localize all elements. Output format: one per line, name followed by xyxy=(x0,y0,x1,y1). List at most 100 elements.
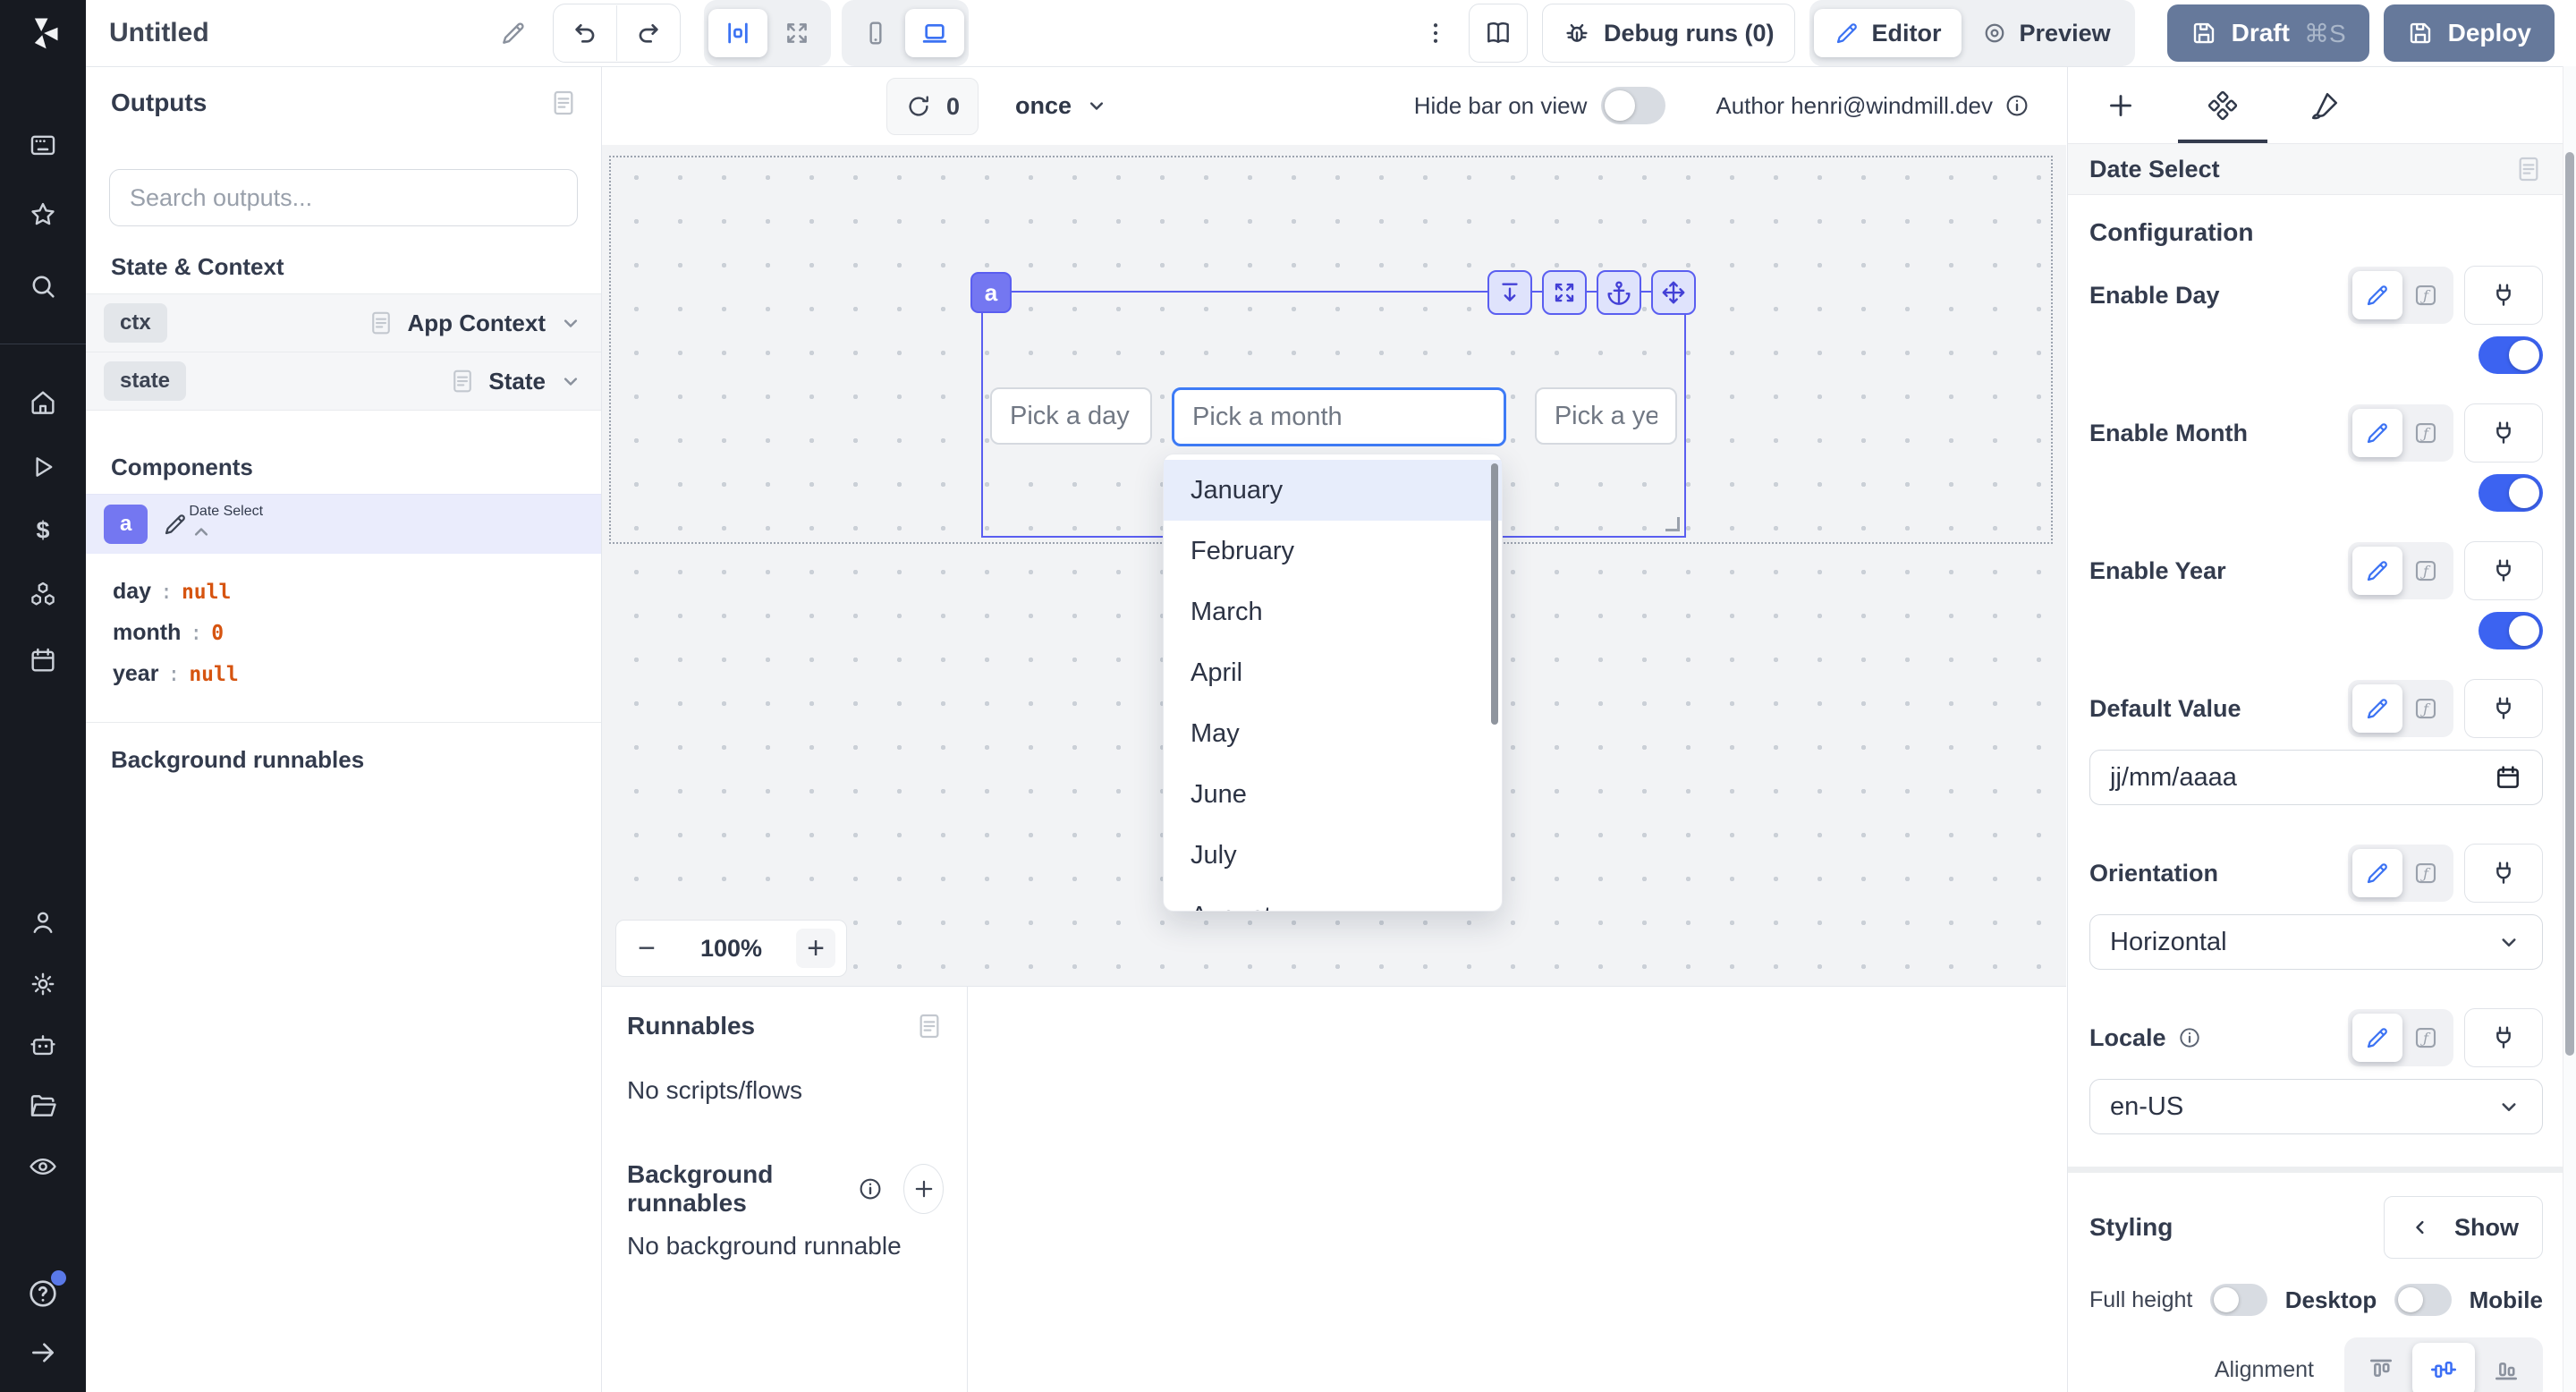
prop-month[interactable]: month:0 xyxy=(113,613,574,654)
variables-dollar-icon[interactable] xyxy=(0,511,86,550)
fullsize-handle[interactable] xyxy=(1542,270,1587,315)
prop-year[interactable]: year:null xyxy=(113,654,574,695)
component-badge[interactable]: a xyxy=(970,272,1012,313)
fx-mode-icon[interactable] xyxy=(2402,849,2449,897)
resize-corner-handle[interactable] xyxy=(1665,517,1680,531)
static-pencil-icon[interactable] xyxy=(2352,1014,2402,1062)
component-rename-pencil-icon[interactable] xyxy=(162,511,189,538)
refresh-count-button[interactable]: 0 xyxy=(886,78,979,135)
mobile-view-button[interactable] xyxy=(846,9,905,57)
background-runnables-info-icon[interactable] xyxy=(857,1176,884,1202)
audit-eye-icon[interactable] xyxy=(0,1147,86,1186)
state-chevron-down-icon[interactable] xyxy=(558,369,583,394)
enable-day-toggle[interactable] xyxy=(2479,336,2543,374)
align-top-button[interactable] xyxy=(2350,1343,2412,1392)
component-chevron-up-icon[interactable] xyxy=(189,520,263,545)
enable-month-toggle[interactable] xyxy=(2479,474,2543,512)
fx-mode-icon[interactable] xyxy=(2402,1014,2449,1062)
help-icon[interactable] xyxy=(0,1274,86,1313)
edit-title-pencil-icon[interactable] xyxy=(499,19,528,47)
year-input-field[interactable] xyxy=(1553,401,1659,432)
draft-button[interactable]: Draft ⌘S xyxy=(2167,4,2369,62)
fx-mode-icon[interactable] xyxy=(2402,547,2449,595)
resources-cubes-icon[interactable] xyxy=(0,575,86,615)
schedules-calendar-icon[interactable] xyxy=(0,641,86,680)
move-handle[interactable] xyxy=(1651,270,1696,315)
static-pencil-icon[interactable] xyxy=(2352,271,2402,319)
prop-day[interactable]: day:null xyxy=(113,572,574,613)
docs-book-button[interactable] xyxy=(1469,4,1528,63)
month-option[interactable]: April xyxy=(1164,642,1502,703)
locale-info-icon[interactable] xyxy=(2177,1025,2202,1050)
tab-editor[interactable]: Editor xyxy=(1814,9,1962,57)
styling-show-button[interactable]: Show xyxy=(2384,1196,2543,1259)
connect-plug-icon[interactable] xyxy=(2464,679,2543,738)
ctx-chevron-down-icon[interactable] xyxy=(558,310,583,335)
ctx-row[interactable]: ctx App Context xyxy=(86,293,601,352)
connect-plug-icon[interactable] xyxy=(2464,844,2543,903)
favorites-star-icon[interactable] xyxy=(0,195,86,234)
month-input[interactable] xyxy=(1172,387,1506,446)
day-input-field[interactable] xyxy=(1008,401,1134,432)
connect-plug-icon[interactable] xyxy=(2464,541,2543,600)
year-input[interactable] xyxy=(1535,387,1677,445)
connect-plug-icon[interactable] xyxy=(2464,1008,2543,1067)
windmill-logo[interactable] xyxy=(0,0,86,66)
deploy-button[interactable]: Deploy xyxy=(2384,4,2555,62)
workers-robot-icon[interactable] xyxy=(0,1025,86,1065)
fx-mode-icon[interactable] xyxy=(2402,409,2449,457)
zoom-in-button[interactable]: + xyxy=(796,929,835,968)
search-icon[interactable] xyxy=(0,267,86,306)
month-option[interactable]: May xyxy=(1164,703,1502,764)
month-option[interactable]: March xyxy=(1164,581,1502,642)
runnables-doc-icon[interactable] xyxy=(915,1012,944,1040)
component-a-row[interactable]: a Date Select xyxy=(86,494,601,554)
static-pencil-icon[interactable] xyxy=(2352,547,2402,595)
more-menu-kebab-icon[interactable] xyxy=(1422,20,1449,47)
month-option[interactable]: June xyxy=(1164,764,1502,825)
users-icon[interactable] xyxy=(0,903,86,942)
canvas-grid[interactable]: a xyxy=(602,145,2066,986)
dropdown-scrollbar[interactable] xyxy=(1491,463,1498,725)
window-scrollbar-thumb[interactable] xyxy=(2565,152,2574,1056)
align-bottom-button[interactable] xyxy=(2475,1343,2538,1392)
static-pencil-icon[interactable] xyxy=(2352,409,2402,457)
apps-icon[interactable] xyxy=(0,125,86,165)
default-value-date-input[interactable]: jj/mm/aaaa xyxy=(2089,750,2543,805)
run-mode-select[interactable]: once xyxy=(1015,78,1109,133)
undo-button[interactable] xyxy=(554,5,616,61)
centered-layout-button[interactable] xyxy=(708,9,767,57)
tab-insert-component[interactable] xyxy=(2070,67,2172,143)
expand-rail-arrow-icon[interactable] xyxy=(0,1333,86,1372)
tab-component-settings[interactable] xyxy=(2172,67,2274,143)
fullwidth-layout-button[interactable] xyxy=(767,9,826,57)
tab-preview[interactable]: Preview xyxy=(1962,9,2131,57)
window-scrollbar[interactable] xyxy=(2563,66,2576,1392)
expand-down-handle[interactable] xyxy=(1487,270,1532,315)
full-height-toggle[interactable] xyxy=(2210,1284,2267,1316)
zoom-out-button[interactable]: − xyxy=(627,929,666,968)
month-option[interactable]: August xyxy=(1164,886,1502,912)
tab-global-styling[interactable] xyxy=(2274,67,2376,143)
align-center-button[interactable] xyxy=(2412,1343,2475,1392)
fx-mode-icon[interactable] xyxy=(2402,684,2449,733)
enable-year-toggle[interactable] xyxy=(2479,612,2543,649)
state-row[interactable]: state State xyxy=(86,352,601,411)
search-outputs-input[interactable] xyxy=(128,183,559,213)
anchor-handle[interactable] xyxy=(1597,270,1641,315)
fx-mode-icon[interactable] xyxy=(2402,271,2449,319)
day-input[interactable] xyxy=(990,387,1152,445)
home-icon[interactable] xyxy=(0,383,86,422)
month-option[interactable]: February xyxy=(1164,521,1502,581)
runs-play-icon[interactable] xyxy=(0,447,86,487)
static-pencil-icon[interactable] xyxy=(2352,684,2402,733)
author-info-icon[interactable] xyxy=(2004,92,2030,119)
debug-runs-button[interactable]: Debug runs (0) xyxy=(1542,4,1795,63)
inspector-doc-icon[interactable] xyxy=(2514,155,2543,183)
desktop-view-button[interactable] xyxy=(905,9,964,57)
folders-icon[interactable] xyxy=(0,1086,86,1125)
settings-gear-icon[interactable] xyxy=(0,964,86,1004)
hide-bar-toggle[interactable] xyxy=(1601,87,1665,124)
static-pencil-icon[interactable] xyxy=(2352,849,2402,897)
outputs-doc-icon[interactable] xyxy=(549,89,578,117)
